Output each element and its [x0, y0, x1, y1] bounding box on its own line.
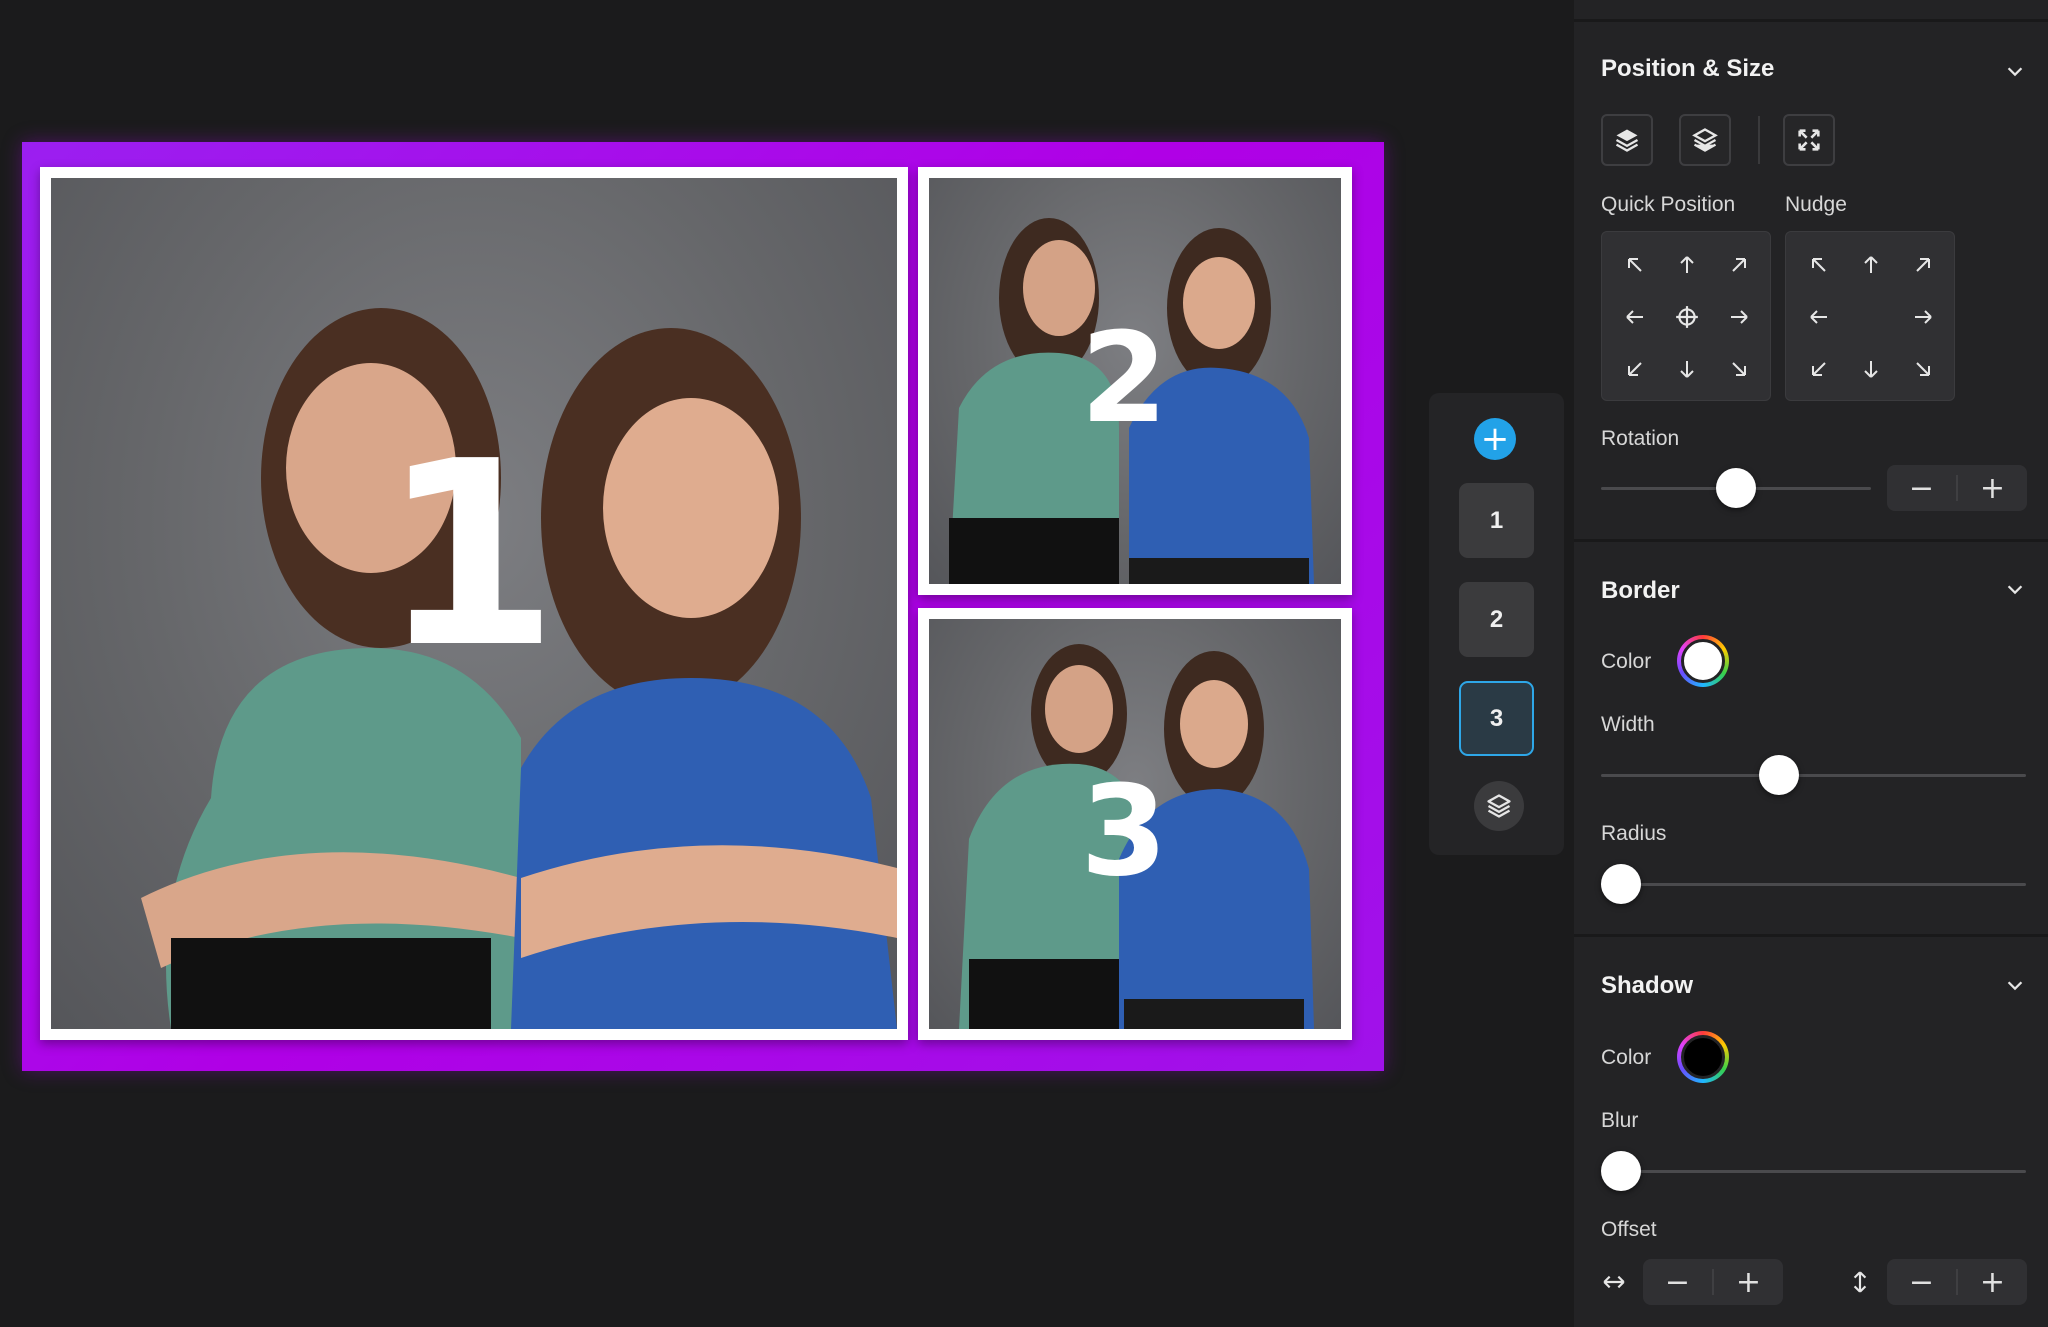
arrow-right-icon[interactable] — [1714, 292, 1764, 342]
canvas-area: 1 2 3 + 1 2 3 — [0, 0, 1574, 1327]
crosshair-center-icon[interactable] — [1662, 292, 1712, 342]
nudge-pad — [1785, 231, 1955, 401]
offset-x-decrement-button[interactable]: − — [1643, 1259, 1712, 1305]
photo-slot-2-image: 2 — [929, 178, 1341, 584]
photo-slot-3[interactable]: 3 — [918, 608, 1352, 1040]
nudge-up-left-icon[interactable] — [1794, 240, 1844, 290]
border-color-fill — [1681, 639, 1725, 683]
toolbar-separator — [1758, 116, 1760, 164]
properties-panel: Position & Size Quick Position Nudge Rot… — [1574, 0, 2048, 1327]
border-color-label: Color — [1601, 650, 1652, 673]
slot-number-3: 3 — [1080, 759, 1168, 904]
slot-number-1: 1 — [381, 407, 559, 704]
add-slot-button[interactable]: + — [1474, 418, 1516, 460]
nudge-down-icon[interactable] — [1846, 344, 1896, 394]
offset-y-increment-button[interactable]: + — [1958, 1259, 2027, 1305]
nudge-left-icon[interactable] — [1794, 292, 1844, 342]
rotation-label: Rotation — [1601, 427, 1680, 450]
bring-to-front-button[interactable] — [1601, 114, 1653, 166]
section-title-border: Border — [1601, 577, 1680, 604]
arrow-down-left-icon[interactable] — [1610, 344, 1660, 394]
rotation-stepper: − + — [1887, 465, 2027, 511]
collage-canvas[interactable]: 1 2 3 — [22, 142, 1384, 1071]
shadow-color-label: Color — [1601, 1046, 1652, 1069]
slot-button-1[interactable]: 1 — [1459, 483, 1534, 558]
nudge-right-icon[interactable] — [1898, 292, 1948, 342]
quick-position-pad — [1601, 231, 1771, 401]
rotation-increment-button[interactable]: + — [1958, 465, 2027, 511]
photo-slot-3-image: 3 — [929, 619, 1341, 1029]
shadow-blur-slider-thumb[interactable] — [1601, 1151, 1641, 1191]
arrow-down-icon[interactable] — [1662, 344, 1712, 394]
shadow-blur-label: Blur — [1601, 1109, 1639, 1132]
nudge-down-right-icon[interactable] — [1898, 344, 1948, 394]
arrow-up-right-icon[interactable] — [1714, 240, 1764, 290]
fit-to-frame-button[interactable] — [1783, 114, 1835, 166]
offset-x-increment-button[interactable]: + — [1714, 1259, 1783, 1305]
section-title-shadow: Shadow — [1601, 972, 1694, 999]
arrow-up-icon[interactable] — [1662, 240, 1712, 290]
nudge-up-icon[interactable] — [1846, 240, 1896, 290]
border-width-slider-thumb[interactable] — [1758, 755, 1799, 795]
border-width-slider-track[interactable] — [1601, 774, 2026, 777]
nudge-down-left-icon[interactable] — [1794, 344, 1844, 394]
expand-icon — [1798, 129, 1820, 151]
shadow-blur-slider-track[interactable] — [1601, 1170, 2026, 1173]
horizontal-offset-icon — [1603, 1275, 1625, 1289]
offset-y-decrement-button[interactable]: − — [1887, 1259, 1956, 1305]
send-to-back-button[interactable] — [1679, 114, 1731, 166]
shadow-offset-label: Offset — [1601, 1218, 1657, 1241]
layers-icon[interactable] — [1474, 781, 1524, 831]
arrow-down-right-icon[interactable] — [1714, 344, 1764, 394]
divider — [1574, 19, 2048, 22]
rotation-slider-thumb[interactable] — [1716, 468, 1756, 508]
divider — [1574, 539, 2048, 542]
chevron-down-icon[interactable] — [2004, 60, 2026, 82]
offset-y-stepper: − + — [1887, 1259, 2027, 1305]
nudge-up-right-icon[interactable] — [1898, 240, 1948, 290]
vertical-offset-icon — [1853, 1271, 1867, 1293]
border-radius-slider-thumb[interactable] — [1601, 864, 1641, 904]
layers-front-icon — [1615, 129, 1639, 152]
quick-position-label: Quick Position — [1601, 193, 1736, 216]
border-radius-label: Radius — [1601, 822, 1667, 845]
slot-number-2: 2 — [1080, 306, 1168, 451]
layers-back-icon — [1692, 128, 1718, 152]
nudge-label: Nudge — [1785, 193, 1847, 216]
slot-button-3[interactable]: 3 — [1459, 681, 1534, 756]
offset-x-stepper: − + — [1643, 1259, 1783, 1305]
slot-button-2[interactable]: 2 — [1459, 582, 1534, 657]
arrow-up-left-icon[interactable] — [1610, 240, 1660, 290]
chevron-down-icon[interactable] — [2004, 578, 2026, 600]
photo-slot-1-image: 1 — [51, 178, 897, 1029]
chevron-down-icon[interactable] — [2004, 974, 2026, 996]
border-radius-slider-track[interactable] — [1601, 883, 2026, 886]
photo-slot-1[interactable]: 1 — [40, 167, 908, 1040]
photo-slot-2[interactable]: 2 — [918, 167, 1352, 595]
arrow-left-icon[interactable] — [1610, 292, 1660, 342]
shadow-color-fill — [1681, 1035, 1725, 1079]
border-width-label: Width — [1601, 713, 1655, 736]
shadow-color-swatch[interactable] — [1677, 1031, 1729, 1083]
divider — [1574, 934, 2048, 937]
section-title-position-size: Position & Size — [1601, 55, 1775, 82]
border-color-swatch[interactable] — [1677, 635, 1729, 687]
rotation-decrement-button[interactable]: − — [1887, 465, 1956, 511]
slot-strip: + 1 2 3 — [1429, 393, 1564, 855]
